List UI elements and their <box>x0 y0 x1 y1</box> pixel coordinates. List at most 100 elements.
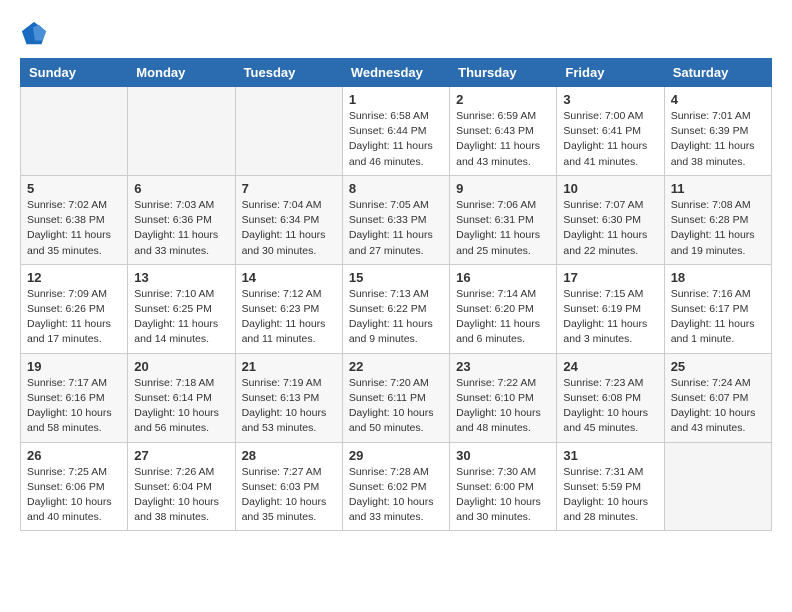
day-number: 26 <box>27 448 121 463</box>
calendar-day-cell: 10Sunrise: 7:07 AM Sunset: 6:30 PM Dayli… <box>557 175 664 264</box>
day-number: 31 <box>563 448 657 463</box>
calendar-day-cell: 21 Sunrise: 7:19 AM Sunset: 6:13 PM Dayli… <box>235 353 342 442</box>
day-number: 20 <box>134 359 228 374</box>
day-number: 7 <box>242 181 336 196</box>
day-info: Sunrise: 7:17 AM Sunset: 6:16 PM Dayligh… <box>27 376 121 437</box>
day-info: Sunrise: 7:23 AM Sunset: 6:08 PM Dayligh… <box>563 376 657 437</box>
day-info: Sunrise: 7:15 AM Sunset: 6:19 PM Dayligh… <box>563 287 657 348</box>
calendar-table: SundayMondayTuesdayWednesdayThursdayFrid… <box>20 58 772 531</box>
day-number: 3 <box>563 92 657 107</box>
calendar-day-cell: 22 Sunrise: 7:20 AM Sunset: 6:11 PM Dayli… <box>342 353 449 442</box>
day-info: Sunrise: 7:28 AM Sunset: 6:02 PM Dayligh… <box>349 465 443 526</box>
day-number: 5 <box>27 181 121 196</box>
day-info: Sunrise: 7:05 AM Sunset: 6:33 PM Dayligh… <box>349 198 443 259</box>
day-number: 24 <box>563 359 657 374</box>
calendar-day-cell <box>664 442 771 531</box>
calendar-day-cell: 6 Sunrise: 7:03 AM Sunset: 6:36 PM Daylig… <box>128 175 235 264</box>
day-info: Sunrise: 7:04 AM Sunset: 6:34 PM Dayligh… <box>242 198 336 259</box>
day-info: Sunrise: 7:24 AM Sunset: 6:07 PM Dayligh… <box>671 376 765 437</box>
day-number: 2 <box>456 92 550 107</box>
column-header-monday: Monday <box>128 59 235 87</box>
day-number: 28 <box>242 448 336 463</box>
calendar-week-row: 5 Sunrise: 7:02 AM Sunset: 6:38 PM Daylig… <box>21 175 772 264</box>
calendar-day-cell: 25 Sunrise: 7:24 AM Sunset: 6:07 PM Dayli… <box>664 353 771 442</box>
calendar-header-row: SundayMondayTuesdayWednesdayThursdayFrid… <box>21 59 772 87</box>
day-number: 23 <box>456 359 550 374</box>
logo <box>20 20 52 48</box>
day-info: Sunrise: 7:13 AM Sunset: 6:22 PM Dayligh… <box>349 287 443 348</box>
calendar-day-cell: 12 Sunrise: 7:09 AM Sunset: 6:26 PM Dayli… <box>21 264 128 353</box>
day-info: Sunrise: 7:25 AM Sunset: 6:06 PM Dayligh… <box>27 465 121 526</box>
day-number: 18 <box>671 270 765 285</box>
day-info: Sunrise: 7:08 AM Sunset: 6:28 PM Dayligh… <box>671 198 765 259</box>
day-info: Sunrise: 7:31 AM Sunset: 5:59 PM Dayligh… <box>563 465 657 526</box>
calendar-day-cell: 27 Sunrise: 7:26 AM Sunset: 6:04 PM Dayli… <box>128 442 235 531</box>
day-info: Sunrise: 7:01 AM Sunset: 6:39 PM Dayligh… <box>671 109 765 170</box>
day-info: Sunrise: 6:59 AM Sunset: 6:43 PM Dayligh… <box>456 109 550 170</box>
calendar-week-row: 1 Sunrise: 6:58 AM Sunset: 6:44 PM Daylig… <box>21 87 772 176</box>
day-number: 27 <box>134 448 228 463</box>
day-number: 9 <box>456 181 550 196</box>
calendar-day-cell: 14Sunrise: 7:12 AM Sunset: 6:23 PM Dayli… <box>235 264 342 353</box>
column-header-tuesday: Tuesday <box>235 59 342 87</box>
calendar-day-cell: 4 Sunrise: 7:01 AM Sunset: 6:39 PM Daylig… <box>664 87 771 176</box>
day-info: Sunrise: 7:30 AM Sunset: 6:00 PM Dayligh… <box>456 465 550 526</box>
day-info: Sunrise: 7:14 AM Sunset: 6:20 PM Dayligh… <box>456 287 550 348</box>
calendar-day-cell: 20 Sunrise: 7:18 AM Sunset: 6:14 PM Dayli… <box>128 353 235 442</box>
day-info: Sunrise: 7:20 AM Sunset: 6:11 PM Dayligh… <box>349 376 443 437</box>
day-number: 17 <box>563 270 657 285</box>
calendar-day-cell: 13Sunrise: 7:10 AM Sunset: 6:25 PM Dayli… <box>128 264 235 353</box>
day-number: 12 <box>27 270 121 285</box>
calendar-day-cell: 23Sunrise: 7:22 AM Sunset: 6:10 PM Dayli… <box>450 353 557 442</box>
calendar-day-cell: 3 Sunrise: 7:00 AM Sunset: 6:41 PM Daylig… <box>557 87 664 176</box>
calendar-day-cell: 5 Sunrise: 7:02 AM Sunset: 6:38 PM Daylig… <box>21 175 128 264</box>
day-number: 4 <box>671 92 765 107</box>
calendar-day-cell: 11 Sunrise: 7:08 AM Sunset: 6:28 PM Dayli… <box>664 175 771 264</box>
calendar-day-cell: 30 Sunrise: 7:30 AM Sunset: 6:00 PM Dayli… <box>450 442 557 531</box>
calendar-day-cell: 15 Sunrise: 7:13 AM Sunset: 6:22 PM Dayli… <box>342 264 449 353</box>
page-header <box>20 20 772 48</box>
day-number: 16 <box>456 270 550 285</box>
calendar-day-cell: 19Sunrise: 7:17 AM Sunset: 6:16 PM Dayli… <box>21 353 128 442</box>
calendar-day-cell <box>235 87 342 176</box>
day-number: 29 <box>349 448 443 463</box>
day-info: Sunrise: 6:58 AM Sunset: 6:44 PM Dayligh… <box>349 109 443 170</box>
day-number: 11 <box>671 181 765 196</box>
calendar-day-cell: 24 Sunrise: 7:23 AM Sunset: 6:08 PM Dayli… <box>557 353 664 442</box>
day-info: Sunrise: 7:27 AM Sunset: 6:03 PM Dayligh… <box>242 465 336 526</box>
calendar-day-cell: 31 Sunrise: 7:31 AM Sunset: 5:59 PM Dayli… <box>557 442 664 531</box>
calendar-day-cell <box>21 87 128 176</box>
calendar-day-cell: 29 Sunrise: 7:28 AM Sunset: 6:02 PM Dayli… <box>342 442 449 531</box>
column-header-saturday: Saturday <box>664 59 771 87</box>
column-header-sunday: Sunday <box>21 59 128 87</box>
day-number: 6 <box>134 181 228 196</box>
calendar-day-cell: 7 Sunrise: 7:04 AM Sunset: 6:34 PM Daylig… <box>235 175 342 264</box>
calendar-day-cell: 26 Sunrise: 7:25 AM Sunset: 6:06 PM Dayli… <box>21 442 128 531</box>
calendar-day-cell: 8 Sunrise: 7:05 AM Sunset: 6:33 PM Daylig… <box>342 175 449 264</box>
column-header-friday: Friday <box>557 59 664 87</box>
day-info: Sunrise: 7:26 AM Sunset: 6:04 PM Dayligh… <box>134 465 228 526</box>
day-info: Sunrise: 7:00 AM Sunset: 6:41 PM Dayligh… <box>563 109 657 170</box>
day-info: Sunrise: 7:09 AM Sunset: 6:26 PM Dayligh… <box>27 287 121 348</box>
day-number: 30 <box>456 448 550 463</box>
day-number: 13 <box>134 270 228 285</box>
day-number: 15 <box>349 270 443 285</box>
day-info: Sunrise: 7:03 AM Sunset: 6:36 PM Dayligh… <box>134 198 228 259</box>
column-header-wednesday: Wednesday <box>342 59 449 87</box>
day-number: 1 <box>349 92 443 107</box>
logo-icon <box>20 20 48 48</box>
day-info: Sunrise: 7:02 AM Sunset: 6:38 PM Dayligh… <box>27 198 121 259</box>
day-info: Sunrise: 7:18 AM Sunset: 6:14 PM Dayligh… <box>134 376 228 437</box>
calendar-day-cell: 16 Sunrise: 7:14 AM Sunset: 6:20 PM Dayli… <box>450 264 557 353</box>
day-number: 8 <box>349 181 443 196</box>
calendar-day-cell: 2 Sunrise: 6:59 AM Sunset: 6:43 PM Daylig… <box>450 87 557 176</box>
day-info: Sunrise: 7:19 AM Sunset: 6:13 PM Dayligh… <box>242 376 336 437</box>
day-info: Sunrise: 7:12 AM Sunset: 6:23 PM Dayligh… <box>242 287 336 348</box>
day-number: 22 <box>349 359 443 374</box>
day-info: Sunrise: 7:06 AM Sunset: 6:31 PM Dayligh… <box>456 198 550 259</box>
calendar-day-cell: 18Sunrise: 7:16 AM Sunset: 6:17 PM Dayli… <box>664 264 771 353</box>
calendar-week-row: 12 Sunrise: 7:09 AM Sunset: 6:26 PM Dayli… <box>21 264 772 353</box>
calendar-day-cell <box>128 87 235 176</box>
day-number: 21 <box>242 359 336 374</box>
day-number: 25 <box>671 359 765 374</box>
